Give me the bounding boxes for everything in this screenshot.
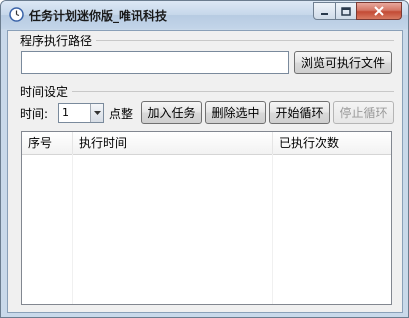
- time-section-label: 时间设定: [20, 85, 69, 99]
- hour-select[interactable]: 1: [58, 103, 104, 123]
- hour-select-value: 1: [62, 106, 69, 119]
- hour-suffix-label: 点整: [109, 107, 134, 121]
- column-header-index[interactable]: 序号: [22, 132, 73, 154]
- chevron-down-icon: [93, 111, 101, 115]
- add-task-button[interactable]: 加入任务: [141, 101, 202, 124]
- column-header-exec-time[interactable]: 执行时间: [73, 132, 273, 154]
- hour-select-dropdown[interactable]: [90, 104, 103, 122]
- path-section-label: 程序执行路径: [20, 34, 93, 48]
- column-header-exec-count[interactable]: 已执行次数: [273, 132, 391, 154]
- stop-loop-button: 停止循环: [333, 101, 394, 124]
- title-bar[interactable]: 任务计划迷你版_唯讯科技: [1, 1, 408, 29]
- clock-icon: [9, 7, 24, 22]
- maximize-button[interactable]: [335, 2, 357, 20]
- minimize-button[interactable]: [313, 2, 336, 20]
- start-loop-button[interactable]: 开始循环: [269, 101, 330, 124]
- column-divider: [72, 154, 73, 304]
- time-label: 时间:: [20, 107, 49, 121]
- browse-button[interactable]: 浏览可执行文件: [294, 51, 392, 74]
- minimize-icon: [321, 12, 328, 15]
- column-divider: [272, 154, 273, 304]
- app-window: 任务计划迷你版_唯讯科技 程序执行路径 浏览可执行文件 时间设定 时间: 1 点…: [0, 0, 409, 318]
- maximize-icon: [341, 6, 351, 16]
- close-icon: [374, 6, 384, 16]
- window-title: 任务计划迷你版_唯讯科技: [29, 9, 168, 23]
- close-button[interactable]: [356, 2, 402, 20]
- delete-selected-button[interactable]: 删除选中: [205, 101, 266, 124]
- task-list-header: 序号 执行时间 已执行次数: [22, 132, 391, 155]
- time-divider: [72, 91, 394, 92]
- path-input[interactable]: [21, 51, 289, 74]
- task-list[interactable]: 序号 执行时间 已执行次数: [21, 131, 392, 305]
- client-area: 程序执行路径 浏览可执行文件 时间设定 时间: 1 点整 加入任务 删除选中 开…: [7, 30, 403, 313]
- path-divider: [96, 40, 394, 41]
